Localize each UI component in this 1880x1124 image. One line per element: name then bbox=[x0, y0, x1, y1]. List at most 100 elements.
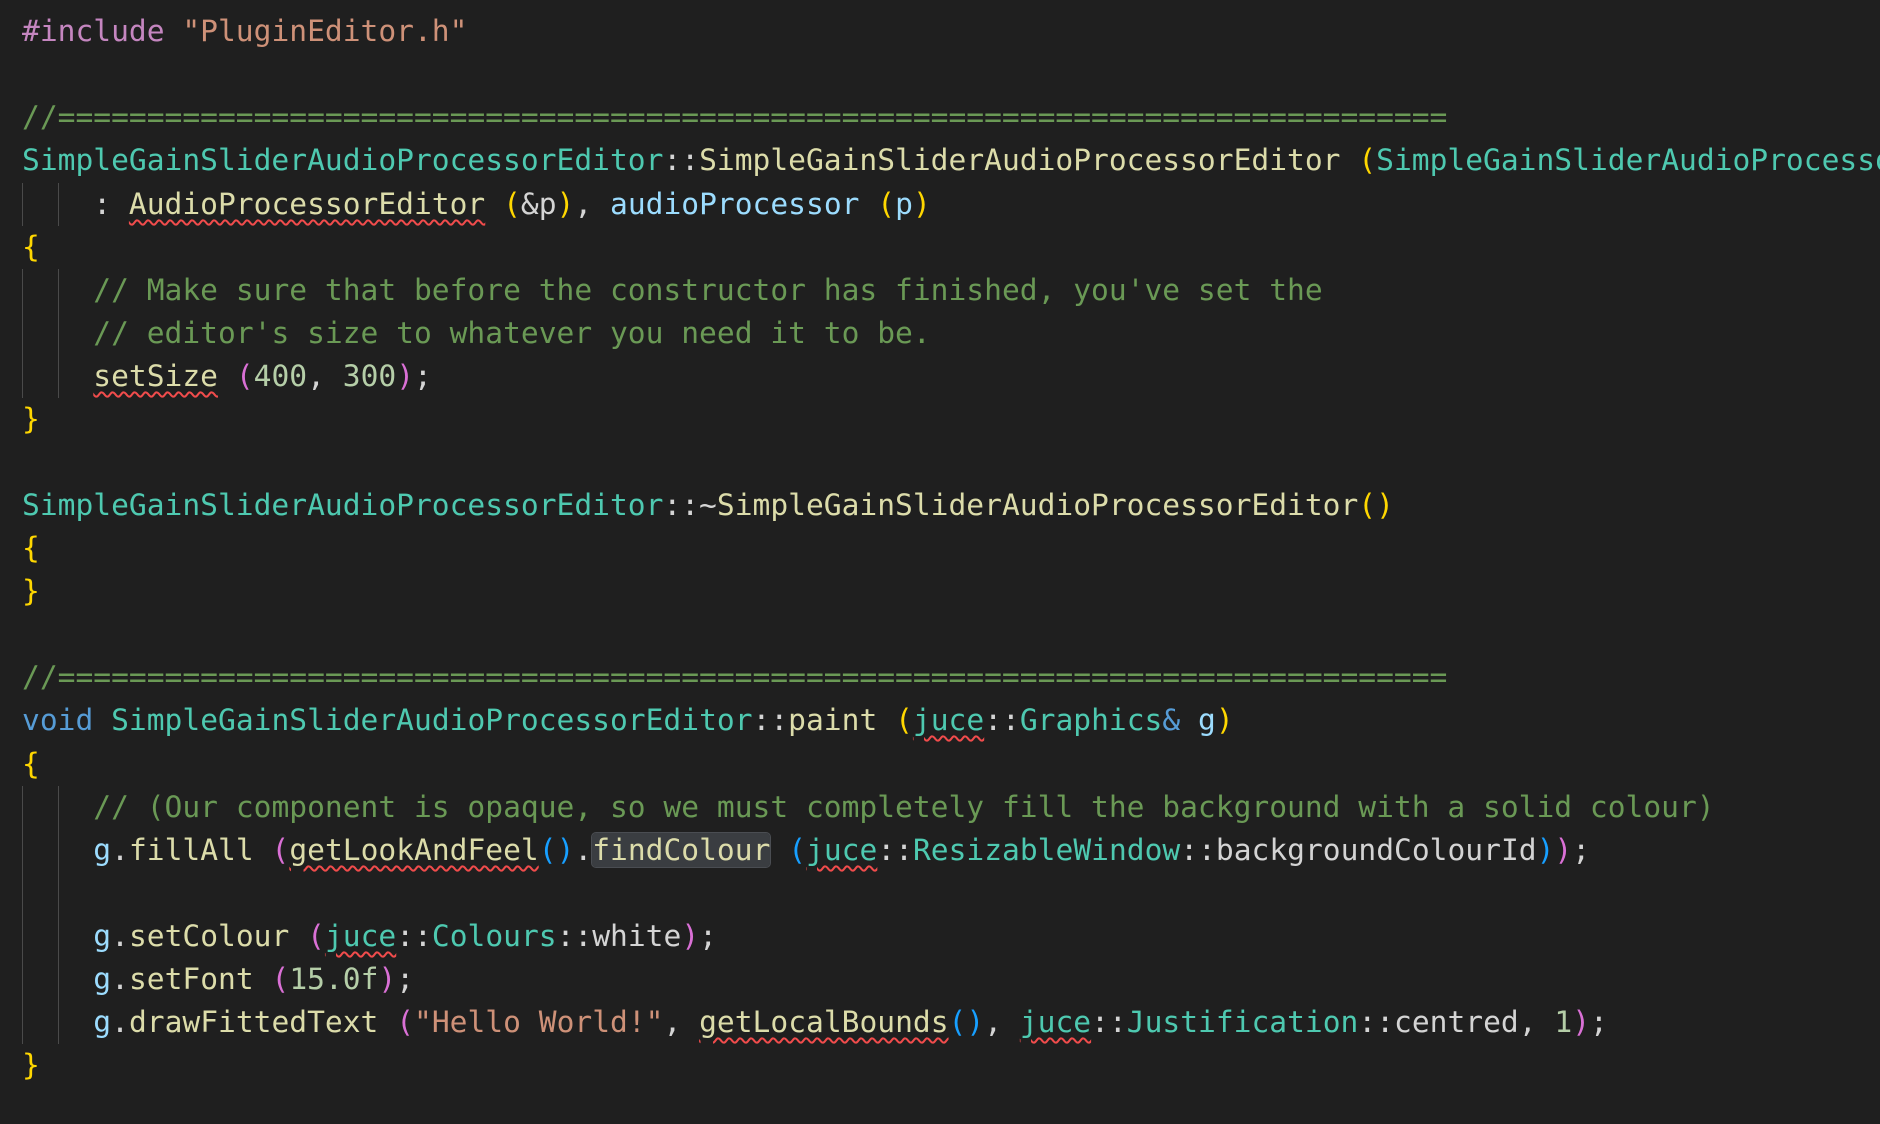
code-token: getLocalBounds bbox=[699, 1005, 949, 1039]
code-token: setSize bbox=[93, 359, 218, 393]
code-token: () bbox=[538, 833, 575, 867]
code-token: 1 bbox=[1554, 1005, 1573, 1039]
code-token: ( bbox=[271, 962, 290, 996]
code-token: { bbox=[22, 531, 40, 565]
code-token: : bbox=[22, 187, 129, 221]
code-token: g bbox=[93, 919, 112, 953]
code-token: ( bbox=[235, 359, 254, 393]
code-token: SimpleGainSliderAudioProcessorEditor bbox=[699, 143, 1341, 177]
code-line-12[interactable]: SimpleGainSliderAudioProcessorEditor::~S… bbox=[22, 484, 1394, 527]
code-token: findColour bbox=[591, 832, 772, 868]
code-token: setColour bbox=[128, 919, 290, 953]
code-token: ) bbox=[912, 187, 931, 221]
code-token: setFont bbox=[128, 962, 254, 996]
code-token: ( bbox=[271, 833, 290, 867]
code-token: . bbox=[111, 962, 129, 996]
code-token: ) bbox=[396, 359, 415, 393]
code-token: :: bbox=[556, 919, 593, 953]
code-token: g bbox=[93, 833, 112, 867]
code-token: //======================================… bbox=[22, 660, 1448, 694]
code-token: . bbox=[574, 833, 593, 867]
code-line-8[interactable]: // editor's size to whatever you need it… bbox=[22, 312, 931, 355]
code-token: getLookAndFeel bbox=[289, 833, 539, 867]
code-line-1[interactable]: #include "PluginEditor.h" bbox=[22, 10, 467, 53]
code-token: :: bbox=[877, 833, 913, 867]
code-token: ) bbox=[556, 187, 575, 221]
code-token: "PluginEditor.h" bbox=[182, 14, 468, 48]
code-token: 400 bbox=[253, 359, 308, 393]
code-line-17[interactable]: void SimpleGainSliderAudioProcessorEdito… bbox=[22, 699, 1234, 742]
code-token: juce bbox=[324, 919, 397, 953]
code-token: , bbox=[1518, 1005, 1555, 1039]
code-token: { bbox=[22, 747, 40, 781]
code-token: :: bbox=[1180, 833, 1216, 867]
code-token: //======================================… bbox=[22, 100, 1448, 134]
code-line-14[interactable]: } bbox=[22, 570, 40, 613]
code-line-7[interactable]: // Make sure that before the constructor… bbox=[22, 269, 1323, 312]
code-line-16[interactable]: //======================================… bbox=[22, 656, 1447, 699]
code-token: . bbox=[111, 1005, 129, 1039]
code-token: , bbox=[984, 1005, 1020, 1039]
code-line-23[interactable]: g.setFont (15.0f); bbox=[22, 958, 414, 1001]
code-token: ( bbox=[396, 1005, 415, 1039]
code-token: ) bbox=[1536, 833, 1555, 867]
code-token: , bbox=[663, 1005, 700, 1039]
code-line-19[interactable]: // (Our component is opaque, so we must … bbox=[22, 786, 1714, 829]
code-token: ) bbox=[1215, 703, 1234, 737]
code-line-18[interactable]: { bbox=[22, 743, 40, 786]
code-token: . bbox=[111, 833, 129, 867]
code-token: ; bbox=[414, 359, 432, 393]
code-token: ResizableWindow bbox=[912, 833, 1181, 867]
code-token: & bbox=[1162, 703, 1181, 737]
code-line-6[interactable]: { bbox=[22, 226, 40, 269]
code-token: // editor's size to whatever you need it… bbox=[93, 316, 931, 350]
code-token: "Hello World!" bbox=[414, 1005, 664, 1039]
code-token: () bbox=[948, 1005, 985, 1039]
code-token: SimpleGainSliderAudioProcessorEditor bbox=[22, 488, 664, 522]
code-line-13[interactable]: { bbox=[22, 527, 40, 570]
code-token: ; bbox=[396, 962, 415, 996]
code-token: g bbox=[1198, 703, 1216, 737]
code-line-10[interactable]: } bbox=[22, 398, 40, 441]
code-token: Graphics bbox=[1019, 703, 1163, 737]
code-token: Justification bbox=[1126, 1005, 1359, 1039]
code-token: p bbox=[895, 187, 913, 221]
code-token: ( bbox=[1358, 143, 1377, 177]
code-line-24[interactable]: g.drawFittedText ("Hello World!", getLoc… bbox=[22, 1001, 1608, 1044]
code-line-5[interactable]: : AudioProcessorEditor (&p), audioProces… bbox=[22, 183, 931, 226]
code-token: , bbox=[574, 187, 611, 221]
code-line-20[interactable]: g.fillAll (getLookAndFeel().findColour (… bbox=[22, 829, 1590, 872]
code-line-3[interactable]: //======================================… bbox=[22, 96, 1447, 139]
code-token: ( bbox=[877, 187, 896, 221]
code-line-4[interactable]: SimpleGainSliderAudioProcessorEditor::Si… bbox=[22, 139, 1880, 182]
code-token: // Make sure that before the constructor… bbox=[93, 273, 1323, 307]
code-line-25[interactable]: } bbox=[22, 1044, 40, 1087]
code-token: drawFittedText bbox=[128, 1005, 379, 1039]
code-token: :: bbox=[1358, 1005, 1395, 1039]
code-token: ( bbox=[307, 919, 325, 953]
code-token: ; bbox=[1590, 1005, 1608, 1039]
code-token: } bbox=[22, 1048, 40, 1082]
code-token: ) bbox=[681, 919, 700, 953]
code-token: ; bbox=[1572, 833, 1591, 867]
code-line-22[interactable]: g.setColour (juce::Colours::white); bbox=[22, 915, 717, 958]
code-token: fillAll bbox=[128, 833, 254, 867]
code-editor[interactable]: #include "PluginEditor.h" //============… bbox=[0, 0, 1880, 1124]
code-line-9[interactable]: setSize (400, 300); bbox=[22, 355, 432, 398]
code-token: SimpleGainSliderAudioProcessorEditor bbox=[22, 143, 664, 177]
code-token: { bbox=[22, 230, 40, 264]
code-token: , bbox=[307, 359, 343, 393]
code-token: SimpleGainSliderAudioProcessor bbox=[1376, 143, 1880, 177]
code-token: :: bbox=[663, 143, 700, 177]
